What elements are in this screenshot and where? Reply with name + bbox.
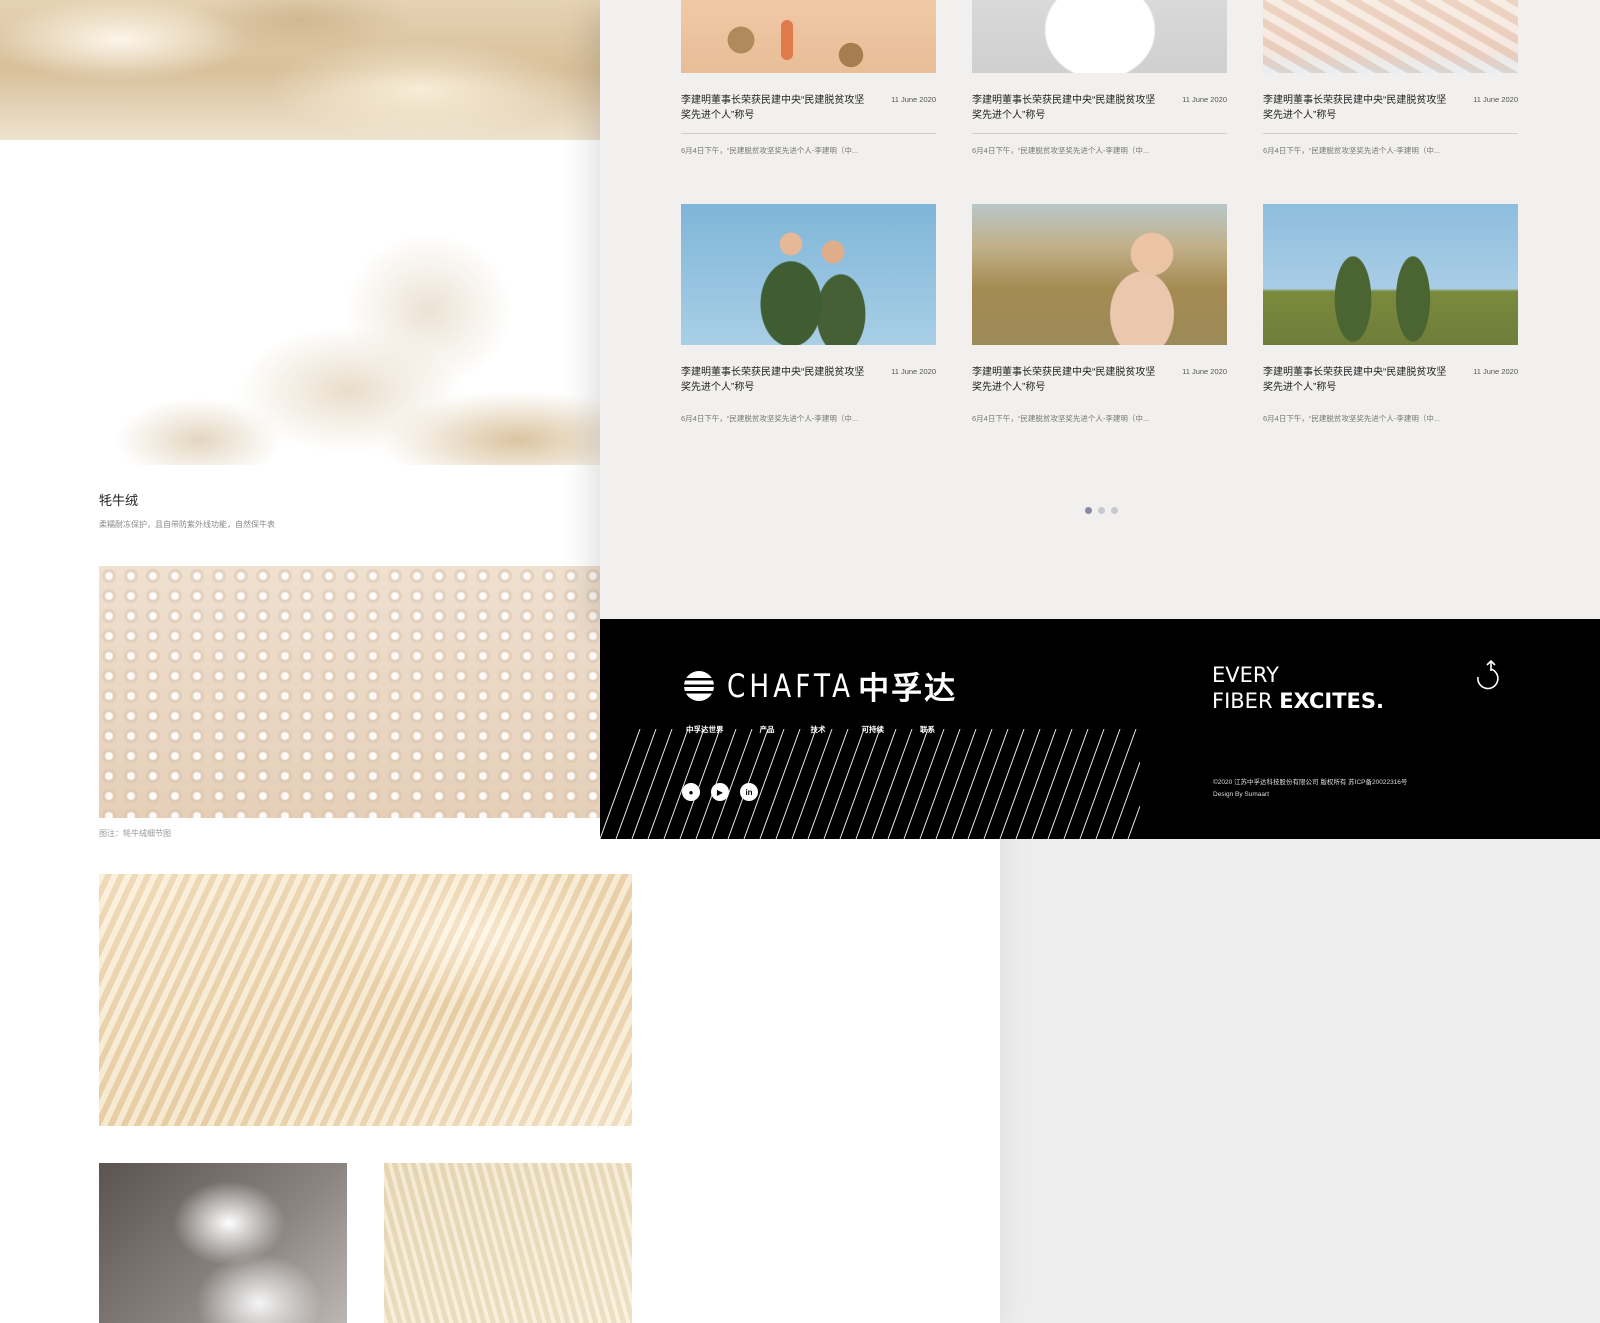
wool-top-image: [0, 0, 600, 140]
copyright: ©2020 江苏中孚达科技股份有限公司 版权所有 苏ICP备20022316号 …: [1213, 777, 1407, 801]
site-footer: CHAFTA 中孚达 中孚达世界 产品 技术 可持续 联系 ● ▶ in EVE…: [600, 619, 1600, 839]
pagination-dot[interactable]: [1098, 507, 1105, 514]
social-links: ● ▶ in: [682, 783, 758, 801]
footer-nav-sustainability[interactable]: 可持续: [862, 724, 885, 735]
news-title[interactable]: 李建明董事长荣获民建中央“民建脱贫攻坚奖先进个人”称号: [681, 93, 866, 123]
news-title[interactable]: 李建明董事长荣获民建中央“民建脱贫攻坚奖先进个人”称号: [972, 365, 1157, 395]
pagination-dot[interactable]: [1085, 507, 1092, 514]
logo-chinese: 中孚达: [858, 671, 958, 706]
news-excerpt: 6月4日下午，“民建脱贫攻坚奖先进个人-李建明（中...: [972, 414, 1150, 423]
footer-nav-world[interactable]: 中孚达世界: [686, 724, 724, 735]
logo-mark-icon: [683, 670, 715, 701]
news-card[interactable]: 李建明董事长荣获民建中央“民建脱贫攻坚奖先进个人”称号 11 June 2020…: [681, 204, 936, 424]
news-excerpt: 6月4日下午，“民建脱贫攻坚奖先进个人-李建明（中...: [972, 146, 1150, 155]
logo-wordmark: CHAFTA: [727, 666, 855, 705]
news-title[interactable]: 李建明董事长荣获民建中央“民建脱贫攻坚奖先进个人”称号: [1263, 93, 1448, 123]
fiber-title: 牦牛绒: [99, 493, 139, 508]
curly-fiber-image: [99, 566, 600, 818]
news-date: 11 June 2020: [891, 95, 936, 104]
linkedin-icon[interactable]: in: [740, 783, 758, 801]
news-title[interactable]: 李建明董事长荣获民建中央“民建脱贫攻坚奖先进个人”称号: [1263, 365, 1448, 395]
diagonal-stripes-decoration: [600, 729, 1140, 839]
news-excerpt: 6月4日下午，“民建脱贫攻坚奖先进个人-李建明（中...: [1263, 414, 1441, 423]
design-credit[interactable]: Design By Sumaart: [1213, 789, 1407, 801]
news-card[interactable]: 李建明董事长荣获民建中央“民建脱贫攻坚奖先进个人”称号 11 June 2020…: [681, 0, 936, 156]
footer-nav-products[interactable]: 产品: [760, 724, 775, 735]
news-title[interactable]: 李建明董事长荣获民建中央“民建脱贫攻坚奖先进个人”称号: [681, 365, 866, 395]
carousel-pagination: [1085, 507, 1118, 514]
news-card[interactable]: 李建明董事长荣获民建中央“民建脱贫攻坚奖先进个人”称号 11 June 2020…: [1263, 204, 1518, 424]
footer-nav: 中孚达世界 产品 技术 可持续 联系: [686, 724, 935, 735]
news-thumbnail[interactable]: [972, 204, 1227, 345]
news-card[interactable]: 李建明董事长荣获民建中央“民建脱贫攻坚奖先进个人”称号 11 June 2020…: [972, 0, 1227, 156]
news-card[interactable]: 李建明董事长荣获民建中央“民建脱贫攻坚奖先进个人”称号 11 June 2020…: [972, 204, 1227, 424]
news-date: 11 June 2020: [891, 367, 936, 376]
wool-closeup-image: [99, 874, 632, 1126]
news-date: 11 June 2020: [1182, 367, 1227, 376]
pagination-dot[interactable]: [1111, 507, 1118, 514]
news-card[interactable]: 李建明董事长荣获民建中央“民建脱贫攻坚奖先进个人”称号 11 June 2020…: [1263, 0, 1518, 156]
news-thumbnail[interactable]: [1263, 204, 1518, 345]
news-thumbnail[interactable]: [681, 0, 936, 73]
news-thumbnail[interactable]: [1263, 0, 1518, 73]
news-date: 11 June 2020: [1182, 95, 1227, 104]
divider: [681, 133, 936, 134]
news-date: 11 June 2020: [1473, 95, 1518, 104]
tagline-excites: EXCITES.: [1279, 689, 1385, 713]
news-excerpt: 6月4日下午，“民建脱贫攻坚奖先进个人-李建明（中...: [681, 146, 859, 155]
cotton-cloud-image: [99, 1163, 347, 1323]
wechat-icon[interactable]: ●: [682, 783, 700, 801]
tagline: EVERY FIBER EXCITES.: [1212, 662, 1384, 714]
fiber-cloud-image: [99, 200, 600, 465]
tagline-fiber: FIBER: [1212, 689, 1280, 713]
news-title[interactable]: 李建明董事长荣获民建中央“民建脱贫攻坚奖先进个人”称号: [972, 93, 1157, 123]
news-page: 李建明董事长荣获民建中央“民建脱贫攻坚奖先进个人”称号 11 June 2020…: [600, 0, 1600, 619]
fiber-description: 柔糯耐冻保护，且自带防紫外线功能，自然保牛表: [99, 520, 275, 529]
news-thumbnail[interactable]: [681, 204, 936, 345]
footer-nav-contact[interactable]: 联系: [920, 724, 935, 735]
copyright-text: ©2020 江苏中孚达科技股份有限公司 版权所有 苏ICP备20022316号: [1213, 779, 1408, 786]
video-icon[interactable]: ▶: [711, 783, 729, 801]
back-to-top-icon[interactable]: [1470, 659, 1500, 695]
tagline-line-1: EVERY: [1212, 663, 1279, 687]
footer-nav-technology[interactable]: 技术: [811, 724, 826, 735]
divider: [972, 133, 1227, 134]
news-date: 11 June 2020: [1473, 367, 1518, 376]
image-caption: 图注：牦牛绒细节图: [99, 829, 171, 838]
news-excerpt: 6月4日下午，“民建脱贫攻坚奖先进个人-李建明（中...: [681, 414, 859, 423]
brand-logo[interactable]: CHAFTA 中孚达: [683, 663, 957, 708]
news-excerpt: 6月4日下午，“民建脱贫攻坚奖先进个人-李建明（中...: [1263, 146, 1441, 155]
news-thumbnail[interactable]: [972, 0, 1227, 73]
tagline-line-2: FIBER EXCITES.: [1212, 688, 1384, 714]
divider: [1263, 133, 1518, 134]
fur-closeup-image: [384, 1163, 632, 1323]
